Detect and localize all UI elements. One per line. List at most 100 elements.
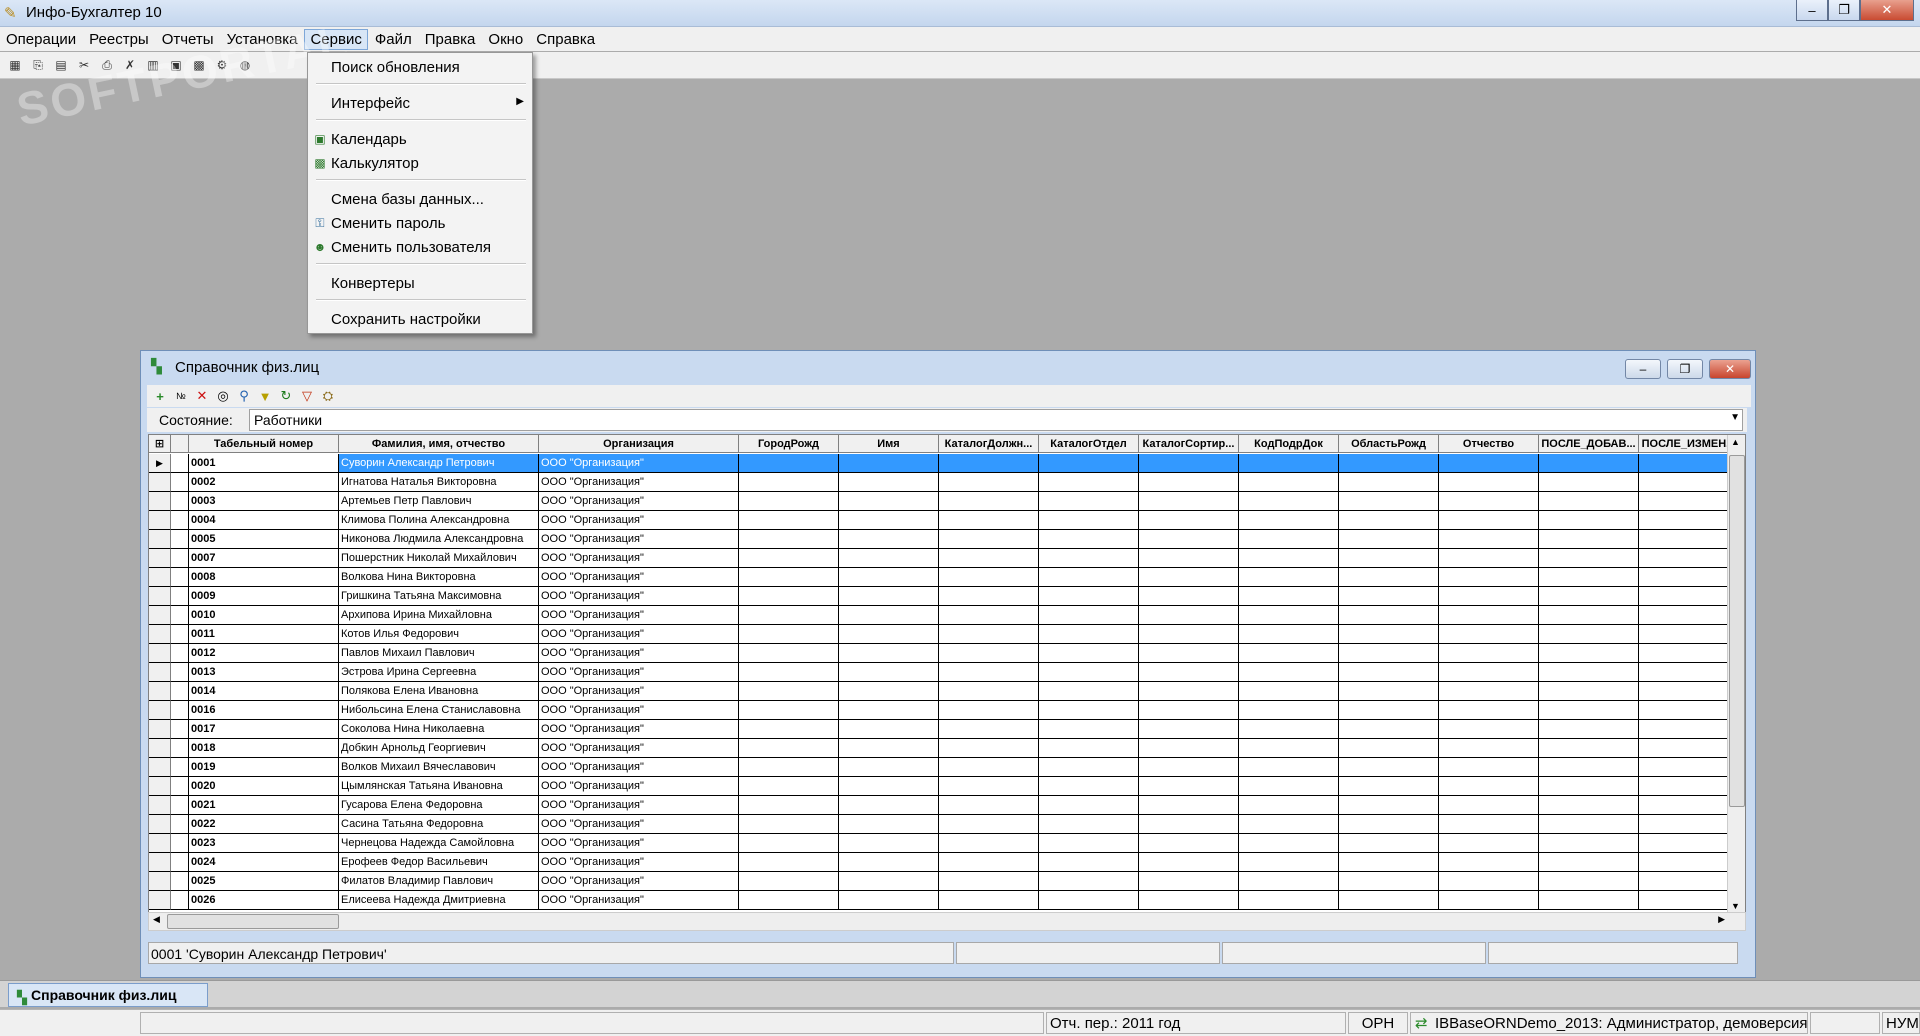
table-cell[interactable] — [1539, 644, 1639, 663]
table-cell[interactable] — [171, 872, 189, 891]
table-cell[interactable] — [1239, 473, 1339, 492]
table-cell[interactable] — [1639, 701, 1739, 720]
table-cell[interactable]: Котов Илья Федорович — [339, 625, 539, 644]
task-tab-persons-directory[interactable]: ▚ Справочник физ.лиц — [8, 983, 208, 1007]
table-cell[interactable]: Волкова Нина Викторовна — [339, 568, 539, 587]
table-cell[interactable] — [939, 644, 1039, 663]
table-cell[interactable]: Волков Михаил Вячеславович — [339, 758, 539, 777]
table-cell[interactable]: ООО "Организация" — [539, 701, 739, 720]
table-cell[interactable] — [1539, 682, 1639, 701]
table-cell[interactable] — [839, 815, 939, 834]
table-cell[interactable] — [1039, 530, 1139, 549]
table-cell[interactable] — [1139, 815, 1239, 834]
table-cell[interactable] — [171, 511, 189, 530]
table-cell[interactable] — [1639, 891, 1739, 910]
table-cell[interactable] — [1639, 720, 1739, 739]
table-cell[interactable] — [1439, 834, 1539, 853]
table-cell[interactable] — [1439, 663, 1539, 682]
table-cell[interactable] — [1439, 644, 1539, 663]
table-cell[interactable] — [1539, 454, 1639, 473]
column-header[interactable]: КаталогОтдел — [1039, 435, 1139, 453]
table-cell[interactable] — [839, 625, 939, 644]
table-cell[interactable] — [839, 834, 939, 853]
table-cell[interactable] — [1139, 663, 1239, 682]
table-cell[interactable] — [1339, 663, 1439, 682]
table-cell[interactable]: 0002 — [189, 473, 339, 492]
menu-item-change-db[interactable]: Смена базы данных... — [308, 189, 532, 211]
table-cell[interactable] — [1239, 720, 1339, 739]
scroll-up-icon[interactable]: ▲ — [1731, 437, 1740, 447]
table-cell[interactable] — [839, 492, 939, 511]
table-cell[interactable] — [1439, 587, 1539, 606]
table-cell[interactable] — [739, 530, 839, 549]
table-cell[interactable]: ООО "Организация" — [539, 492, 739, 511]
table-cell[interactable] — [739, 492, 839, 511]
table-cell[interactable]: 0024 — [189, 853, 339, 872]
table-cell[interactable] — [939, 701, 1039, 720]
column-header[interactable]: Организация — [539, 435, 739, 453]
table-cell[interactable] — [1439, 606, 1539, 625]
table-cell[interactable] — [1039, 777, 1139, 796]
table-cell[interactable] — [1139, 568, 1239, 587]
table-cell[interactable] — [939, 663, 1039, 682]
table-cell[interactable] — [939, 473, 1039, 492]
table-cell[interactable] — [1339, 587, 1439, 606]
table-row[interactable]: 0004 Климова Полина Александровна ООО "Орг… — [149, 511, 1739, 530]
table-cell[interactable] — [1039, 549, 1139, 568]
table-cell[interactable] — [1539, 530, 1639, 549]
current-row-indicator-icon[interactable]: ▶ — [149, 454, 171, 473]
table-cell[interactable]: 0020 — [189, 777, 339, 796]
table-row[interactable]: 0026 Елисеева Надежда Дмитриевна ООО "Орга… — [149, 891, 1739, 910]
table-cell[interactable] — [1539, 473, 1639, 492]
table-row[interactable]: 0017 Соколова Нина Николаевна ООО "Организ… — [149, 720, 1739, 739]
table-cell[interactable] — [939, 568, 1039, 587]
table-cell[interactable] — [1639, 644, 1739, 663]
table-cell[interactable] — [1639, 758, 1739, 777]
table-cell[interactable] — [739, 720, 839, 739]
table-cell[interactable] — [1139, 872, 1239, 891]
menu-item-calendar[interactable]: ▣ Календарь — [308, 129, 532, 151]
table-cell[interactable]: ООО "Организация" — [539, 815, 739, 834]
table-cell[interactable] — [1139, 682, 1239, 701]
table-cell[interactable]: 0010 — [189, 606, 339, 625]
row-indicator[interactable] — [149, 549, 171, 568]
table-cell[interactable] — [1139, 739, 1239, 758]
table-cell[interactable] — [1239, 682, 1339, 701]
menu-item-change-password[interactable]: ⚿ Сменить пароль — [308, 213, 532, 235]
row-indicator[interactable] — [149, 853, 171, 872]
table-cell[interactable]: ООО "Организация" — [539, 853, 739, 872]
table-row[interactable]: 0003 Артемьев Петр Павлович ООО "Организац… — [149, 492, 1739, 511]
table-row[interactable]: 0012 Павлов Михаил Павлович ООО "Организац… — [149, 644, 1739, 663]
child-minimize-button[interactable]: – — [1625, 359, 1661, 379]
table-cell[interactable]: 0011 — [189, 625, 339, 644]
horizontal-scroll-thumb[interactable] — [167, 914, 339, 929]
table-cell[interactable] — [1639, 682, 1739, 701]
table-cell[interactable] — [839, 720, 939, 739]
table-cell[interactable] — [1539, 758, 1639, 777]
table-cell[interactable] — [1539, 587, 1639, 606]
table-cell[interactable] — [1439, 492, 1539, 511]
table-cell[interactable] — [839, 663, 939, 682]
table-cell[interactable] — [739, 796, 839, 815]
menu-file[interactable]: Файл — [369, 29, 418, 50]
table-cell[interactable] — [1439, 720, 1539, 739]
table-cell[interactable] — [939, 720, 1039, 739]
find-icon[interactable]: ◎ — [214, 387, 232, 405]
table-cell[interactable] — [1639, 815, 1739, 834]
table-cell[interactable] — [1439, 625, 1539, 644]
table-cell[interactable] — [939, 606, 1039, 625]
table-cell[interactable] — [1039, 682, 1139, 701]
table-cell[interactable] — [1439, 777, 1539, 796]
table-cell[interactable] — [939, 511, 1039, 530]
table-cell[interactable]: Игнатова Наталья Викторовна — [339, 473, 539, 492]
table-cell[interactable] — [1439, 473, 1539, 492]
table-cell[interactable]: Эстрова Ирина Сергеевна — [339, 663, 539, 682]
table-row[interactable]: 0025 Филатов Владимир Павлович ООО "Органи… — [149, 872, 1739, 891]
row-indicator[interactable] — [149, 701, 171, 720]
table-cell[interactable] — [1239, 739, 1339, 758]
table-row[interactable]: 0008 Волкова Нина Викторовна ООО "Организа… — [149, 568, 1739, 587]
table-cell[interactable] — [1039, 834, 1139, 853]
column-header[interactable]: Фамилия, имя, отчество — [339, 435, 539, 453]
row-indicator[interactable] — [149, 777, 171, 796]
table-cell[interactable]: Суворин Александр Петрович — [339, 454, 539, 473]
